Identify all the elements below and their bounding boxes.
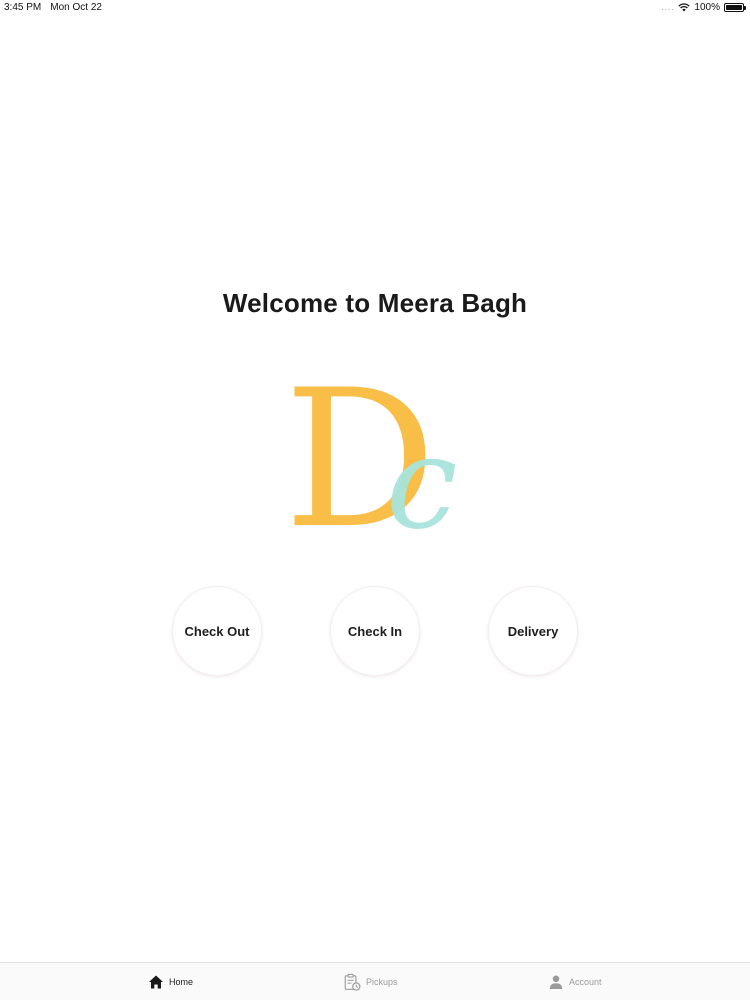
wifi-icon [678, 3, 691, 12]
battery-cap [744, 6, 746, 10]
battery-icon [724, 3, 746, 12]
action-buttons: Check Out Check In Delivery [0, 586, 750, 678]
signal-dots: .... [661, 3, 675, 12]
check-in-label: Check In [347, 623, 403, 639]
delivery-button[interactable]: Delivery [488, 586, 578, 676]
battery-fill [726, 5, 742, 10]
status-time: 3:45 PM [4, 2, 42, 13]
tab-pickups-label: Pickups [366, 977, 398, 987]
person-icon [549, 975, 563, 989]
status-bar: 3:45 PM Mon Oct 22 .... 100% [0, 0, 750, 16]
logo-letter-secondary: c [386, 409, 458, 532]
tab-bar: Home Pickups Account [0, 962, 750, 1000]
app-logo: D c [284, 372, 458, 532]
clipboard-clock-icon [344, 973, 361, 991]
app-screen: 3:45 PM Mon Oct 22 .... 100% Welcome to … [0, 0, 750, 1000]
tab-home-label: Home [169, 977, 194, 987]
check-in-button[interactable]: Check In [330, 586, 420, 676]
home-icon [149, 975, 163, 989]
status-right: .... 100% [661, 2, 746, 13]
battery-percent: 100% [694, 2, 720, 13]
tab-account[interactable]: Account [548, 963, 602, 1000]
check-out-label: Check Out [184, 623, 250, 639]
welcome-title: Welcome to Meera Bagh [222, 288, 528, 318]
status-date: Mon Oct 22 [50, 2, 102, 13]
tab-account-label: Account [569, 977, 602, 987]
tab-pickups[interactable]: Pickups [343, 963, 398, 1000]
tab-home[interactable]: Home [148, 963, 193, 1000]
delivery-label: Delivery [507, 623, 559, 639]
status-left: 3:45 PM Mon Oct 22 [4, 2, 102, 13]
check-out-button[interactable]: Check Out [172, 586, 262, 676]
